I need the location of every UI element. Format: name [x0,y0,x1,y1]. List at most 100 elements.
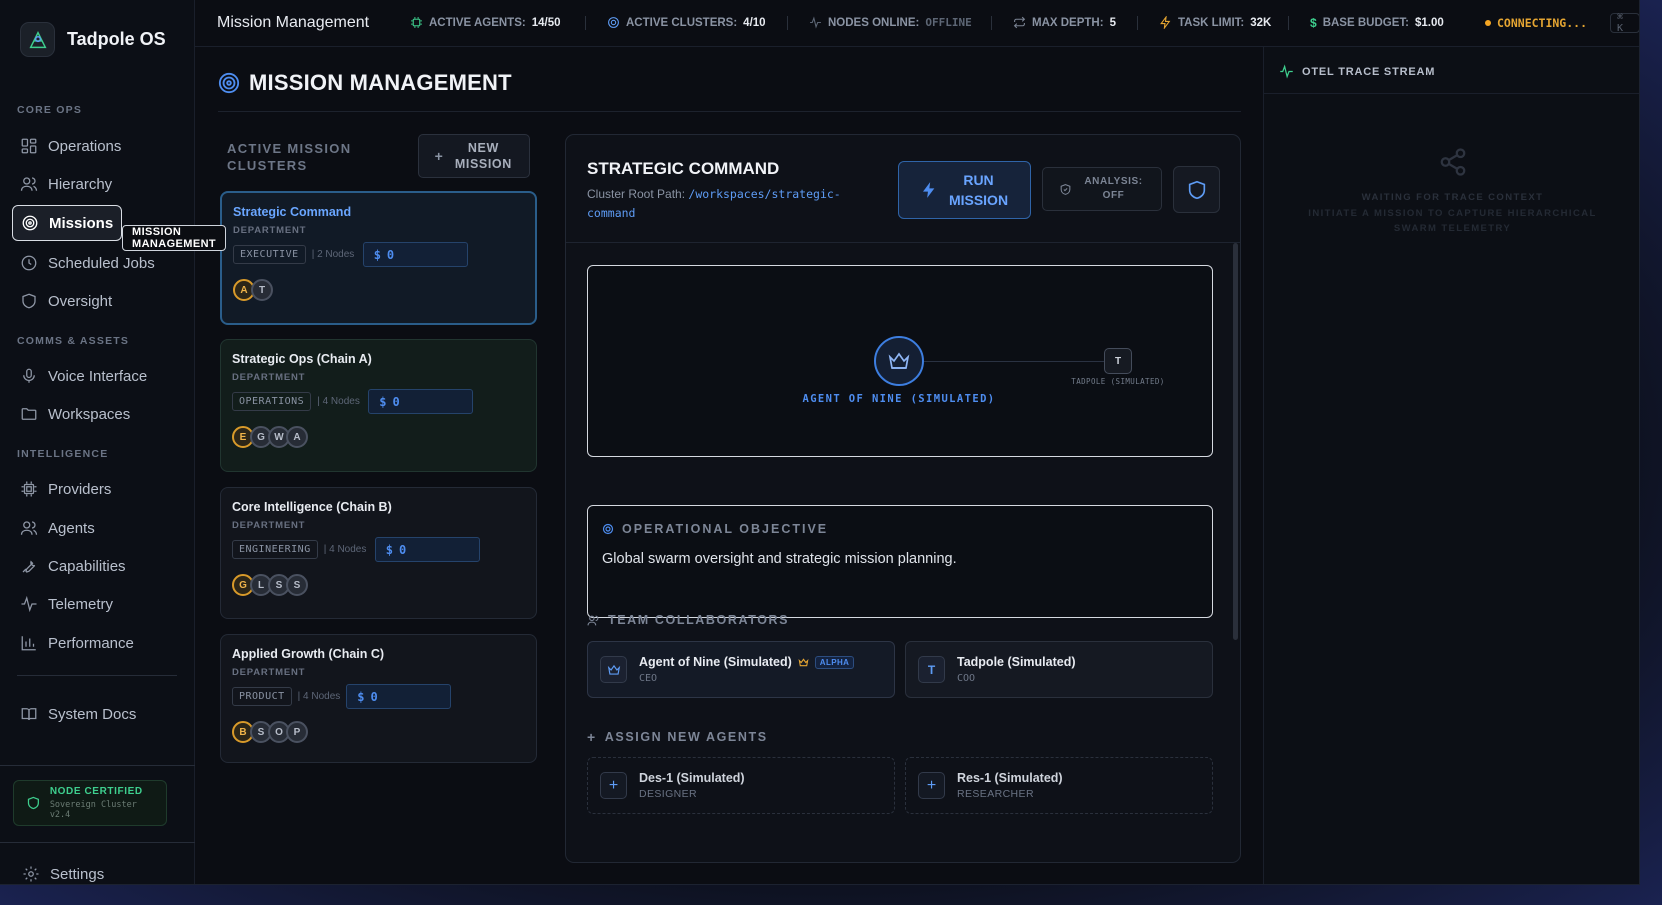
topbar-title: Mission Management [217,14,370,31]
mission-title: STRATEGIC COMMAND [587,159,780,178]
sidebar-item-hierarchy[interactable]: Hierarchy [12,166,120,202]
stat-value: 4/10 [743,16,766,29]
grid-icon [21,138,37,154]
cluster-card-applied-growth[interactable]: Applied Growth (Chain C) DEPARTMENT PROD… [220,634,537,763]
graph-node-root[interactable] [874,336,924,386]
target-icon [218,72,240,94]
connection-status: CONNECTING... [1485,16,1587,30]
budget-value: 0 [392,394,400,409]
graph-node-child[interactable]: T [1104,348,1132,374]
sidebar-item-voice-interface[interactable]: Voice Interface [12,358,155,394]
run-mission-button[interactable]: RUN MISSION [898,161,1031,219]
cluster-name: Strategic Ops (Chain A) [232,352,372,366]
avatar: S [286,574,308,596]
sidebar-item-missions[interactable]: Missions [12,205,123,241]
sidebar-item-operations[interactable]: Operations [12,128,129,164]
stat-label: NODES ONLINE: [828,16,920,29]
pulse-icon [810,16,821,29]
sidebar-item-settings[interactable]: Settings [14,856,112,884]
scrollbar[interactable] [1233,243,1238,640]
trace-title-text: OTEL TRACE STREAM [1302,65,1436,78]
plus-icon: + [587,729,597,745]
assign-agent-card[interactable]: + Des-1 (Simulated) DESIGNER [587,757,895,814]
sidebar-item-capabilities[interactable]: Capabilities [12,548,134,584]
sidebar-divider [17,675,177,676]
plus-icon: + [918,772,945,799]
sidebar-divider [0,842,195,843]
budget-input[interactable]: $0 [368,389,474,414]
settings-label: Settings [50,865,105,883]
gear-icon [23,866,39,882]
team-member-card[interactable]: Agent of Nine (Simulated) ALPHA CEO [587,641,895,698]
security-button[interactable] [1173,166,1220,213]
cluster-avatars: B S O P [232,721,525,743]
cluster-root-path: Cluster Root Path: /workspaces/strategic… [587,185,867,223]
folder-icon [21,408,37,420]
cluster-dept: DEPARTMENT [232,520,306,531]
users-icon [20,521,38,535]
team-heading: TEAM COLLABORATORS [587,613,789,627]
shield-check-icon [1060,183,1070,195]
sidebar-item-label: System Docs [48,705,137,723]
cluster-tag: ENGINEERING [232,540,318,559]
alpha-badge: ALPHA [814,655,855,669]
budget-value: 0 [370,689,378,704]
trace-title: OTEL TRACE STREAM [1279,64,1435,79]
sidebar-item-label: Capabilities [48,557,126,575]
stat-label: TASK LIMIT: [1178,16,1245,29]
team-member-card[interactable]: T Tadpole (Simulated) COO [905,641,1213,698]
stat-value: 5 [1109,16,1116,29]
brand[interactable]: Tadpole OS [20,22,166,57]
shield-icon [22,293,36,309]
chip-icon [411,17,422,28]
trace-empty-state: WAITING FOR TRACE CONTEXT INITIATE A MIS… [1264,147,1639,236]
stat-divider [991,16,992,30]
sidebar-item-label: Scheduled Jobs [48,254,155,272]
sidebar-divider [0,765,195,766]
sidebar-item-agents[interactable]: Agents [12,510,103,546]
budget-input[interactable]: $0 [362,242,468,267]
objective-text: Global swarm oversight and strategic mis… [602,551,957,567]
trace-empty-subtitle: INITIATE A MISSION TO CAPTURE HIERARCHIC… [1308,208,1597,234]
app-window: Tadpole OS CORE OPS Operations Hierarchy… [0,0,1640,885]
stat-label: ACTIVE AGENTS: [429,16,526,29]
assign-agent-card[interactable]: + Res-1 (Simulated) RESEARCHER [905,757,1213,814]
sidebar-item-system-docs[interactable]: System Docs [12,696,144,732]
sidebar-item-performance[interactable]: Performance [12,625,142,661]
certified-subtitle: Sovereign Cluster v2.4 [49,800,137,820]
command-palette-shortcut[interactable]: ⌘ K [1610,12,1639,34]
run-mission-label: RUN MISSION [948,172,1009,208]
path-label: Cluster Root Path: [587,187,686,201]
sidebar-item-telemetry[interactable]: Telemetry [12,586,121,622]
sidebar-item-workspaces[interactable]: Workspaces [12,396,138,432]
shield-check-icon [27,796,39,810]
avatar: P [286,721,308,743]
avatar: A [286,426,308,448]
stat-label: MAX DEPTH: [1032,16,1104,29]
stat-max-depth: MAX DEPTH: 5 [1013,16,1116,29]
status-text: CONNECTING... [1497,16,1588,30]
budget-input[interactable]: $0 [374,537,480,562]
mic-icon [23,368,35,383]
analysis-toggle[interactable]: ANALYSIS: OFF [1042,167,1162,211]
cluster-card-strategic-command[interactable]: Strategic Command DEPARTMENT EXECUTIVE |… [220,191,537,325]
agent-name: Res-1 (Simulated) [957,771,1063,785]
new-mission-button[interactable]: + NEW MISSION [418,134,530,178]
cluster-tag: EXECUTIVE [233,245,306,264]
cluster-dept: DEPARTMENT [232,372,306,383]
cluster-card-core-intelligence[interactable]: Core Intelligence (Chain B) DEPARTMENT E… [220,487,537,619]
cluster-card-strategic-ops[interactable]: Strategic Ops (Chain A) DEPARTMENT OPERA… [220,339,537,472]
sidebar-item-label: Hierarchy [48,175,113,193]
cluster-avatars: A T [233,279,524,301]
sidebar-item-oversight[interactable]: Oversight [12,283,120,319]
cluster-dept: DEPARTMENT [233,225,307,236]
currency-symbol: $ [373,247,381,262]
budget-value: 0 [398,542,407,557]
target-icon [22,215,38,231]
budget-input[interactable]: $0 [346,684,452,709]
node-certified-badge: NODE CERTIFIED Sovereign Cluster v2.4 [13,780,167,826]
stat-divider [585,16,586,30]
sidebar-item-providers[interactable]: Providers [12,471,119,507]
clusters-heading: ACTIVE MISSION CLUSTERS [227,141,352,173]
stat-divider [787,16,788,30]
